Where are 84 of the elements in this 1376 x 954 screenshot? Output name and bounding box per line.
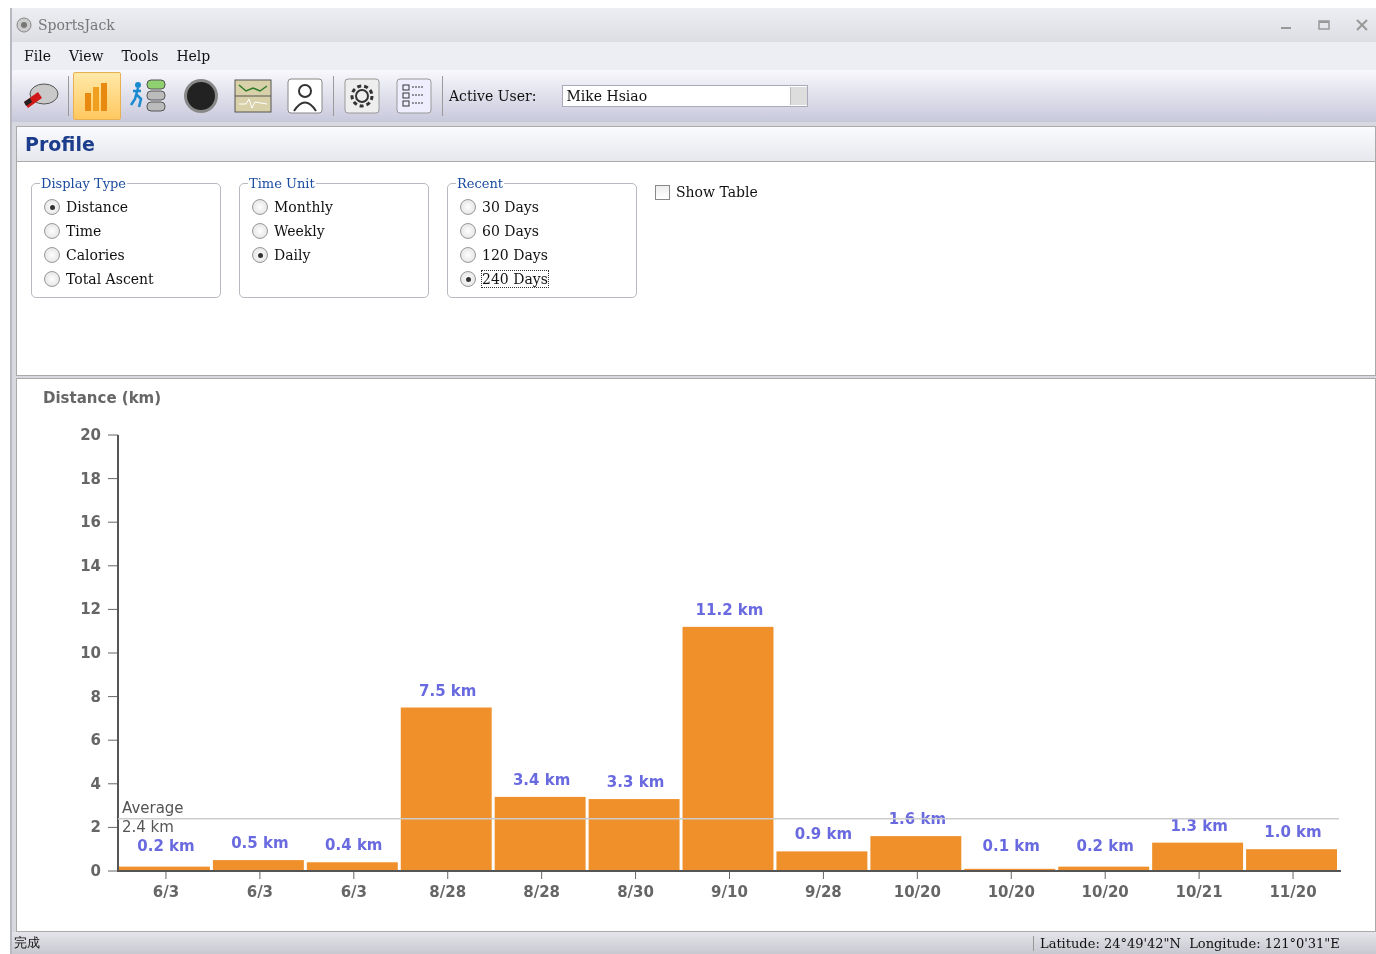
radio-label[interactable]: Total Ascent [66, 271, 154, 287]
radio-button[interactable] [460, 247, 476, 263]
checkbox[interactable] [655, 184, 670, 200]
x-tick-label: 8/28 [523, 883, 561, 901]
radio-button[interactable] [252, 247, 268, 263]
bar-value-label: 1.3 km [1170, 816, 1228, 835]
x-tick-label: 10/20 [987, 883, 1035, 901]
section-title: Profile [16, 126, 1376, 162]
bar-value-label: 0.9 km [794, 825, 853, 844]
radio-button[interactable] [44, 271, 60, 287]
x-tick-label: 10/20 [1081, 883, 1129, 901]
bar-value-label: 0.2 km [137, 837, 195, 855]
y-tick-label: 8 [90, 687, 101, 706]
y-axis-title: Distance (km) [43, 389, 162, 407]
radio-label[interactable]: Calories [66, 247, 125, 263]
active-user-dropdown[interactable]: Mike Hsiao [562, 85, 809, 107]
radio-label[interactable]: 120 Days [482, 247, 548, 263]
radio-button[interactable] [44, 199, 60, 215]
radio-label[interactable]: Distance [66, 199, 128, 215]
bar-value-label: 0.2 km [1076, 837, 1134, 855]
menu-item[interactable]: Help [170, 46, 217, 66]
checkbox-label[interactable]: Show Table [676, 184, 758, 200]
coordinates-text: Latitude: 24°49'42"N Longitude: 121°0'31"E [1033, 935, 1376, 951]
radio-label[interactable]: 240 Days [482, 271, 548, 287]
x-tick-label: 6/3 [152, 883, 180, 901]
status-text: 完成 [13, 934, 41, 952]
app-icon [16, 17, 32, 33]
group-title: Recent [456, 176, 505, 191]
y-tick-label: 14 [80, 556, 101, 575]
bar-value-label: 0.1 km [982, 837, 1040, 855]
active-user-label: Active User: [449, 88, 537, 104]
y-tick-label: 6 [90, 731, 101, 750]
y-tick-label: 4 [90, 774, 101, 793]
radio-button[interactable] [460, 199, 476, 215]
radio-button[interactable] [252, 223, 268, 239]
radio-label[interactable]: 30 Days [482, 199, 539, 215]
person-icon [287, 78, 323, 114]
radio-button[interactable] [44, 223, 60, 239]
x-tick-label: 8/28 [429, 883, 467, 901]
y-tick-label: 0 [90, 862, 101, 880]
radio-button[interactable] [44, 247, 60, 263]
x-tick-label: 6/3 [246, 883, 274, 901]
bar-value-label: 3.3 km [606, 773, 665, 792]
radio-label[interactable]: Monthly [274, 199, 333, 215]
x-tick-label: 10/20 [893, 883, 941, 901]
dial-icon [183, 78, 219, 114]
y-tick-label: 16 [80, 513, 101, 532]
radio-label[interactable]: 60 Days [482, 223, 539, 239]
radio-button[interactable] [460, 271, 476, 287]
close-icon[interactable] [1356, 19, 1368, 31]
settings-icon [344, 78, 380, 114]
menu-item[interactable]: File [18, 46, 57, 66]
bar-value-label: 11.2 km [695, 600, 764, 619]
x-tick-label: 9/10 [711, 883, 748, 901]
bar-value-label: 3.4 km [512, 770, 571, 789]
x-tick-label: 11/20 [1269, 883, 1317, 901]
x-tick-label: 9/28 [805, 883, 842, 901]
window-title: SportsJack [38, 17, 116, 33]
menu-item[interactable]: View [62, 46, 110, 66]
menu-item[interactable]: Tools [115, 46, 165, 66]
maximize-icon[interactable] [1318, 19, 1330, 31]
bar-value-label: 1.0 km [1264, 823, 1322, 842]
x-tick-label: 10/21 [1175, 883, 1223, 901]
radio-label[interactable]: Time [66, 223, 102, 239]
y-tick-label: 20 [80, 426, 101, 444]
y-tick-label: 12 [80, 600, 101, 619]
bar-value-label: 7.5 km [419, 681, 477, 700]
radio-button[interactable] [460, 223, 476, 239]
radio-button[interactable] [252, 199, 268, 215]
line-graph-icon [234, 79, 272, 113]
bar-value-label: 0.5 km [231, 834, 289, 853]
group-title: Display Type [40, 176, 127, 191]
y-tick-label: 18 [80, 469, 101, 488]
radio-label[interactable]: Daily [274, 247, 311, 263]
group-title: Time Unit [248, 176, 316, 191]
bar-value-label: 0.4 km [325, 836, 383, 855]
list-icon [396, 78, 432, 114]
y-tick-label: 2 [90, 818, 101, 837]
x-tick-label: 6/3 [340, 883, 367, 901]
radio-label[interactable]: Weekly [274, 223, 325, 239]
y-tick-label: 10 [80, 644, 101, 662]
x-tick-label: 8/30 [617, 883, 654, 901]
average-label: Average 2.4 km [122, 798, 185, 837]
runner-list-icon [129, 77, 169, 115]
